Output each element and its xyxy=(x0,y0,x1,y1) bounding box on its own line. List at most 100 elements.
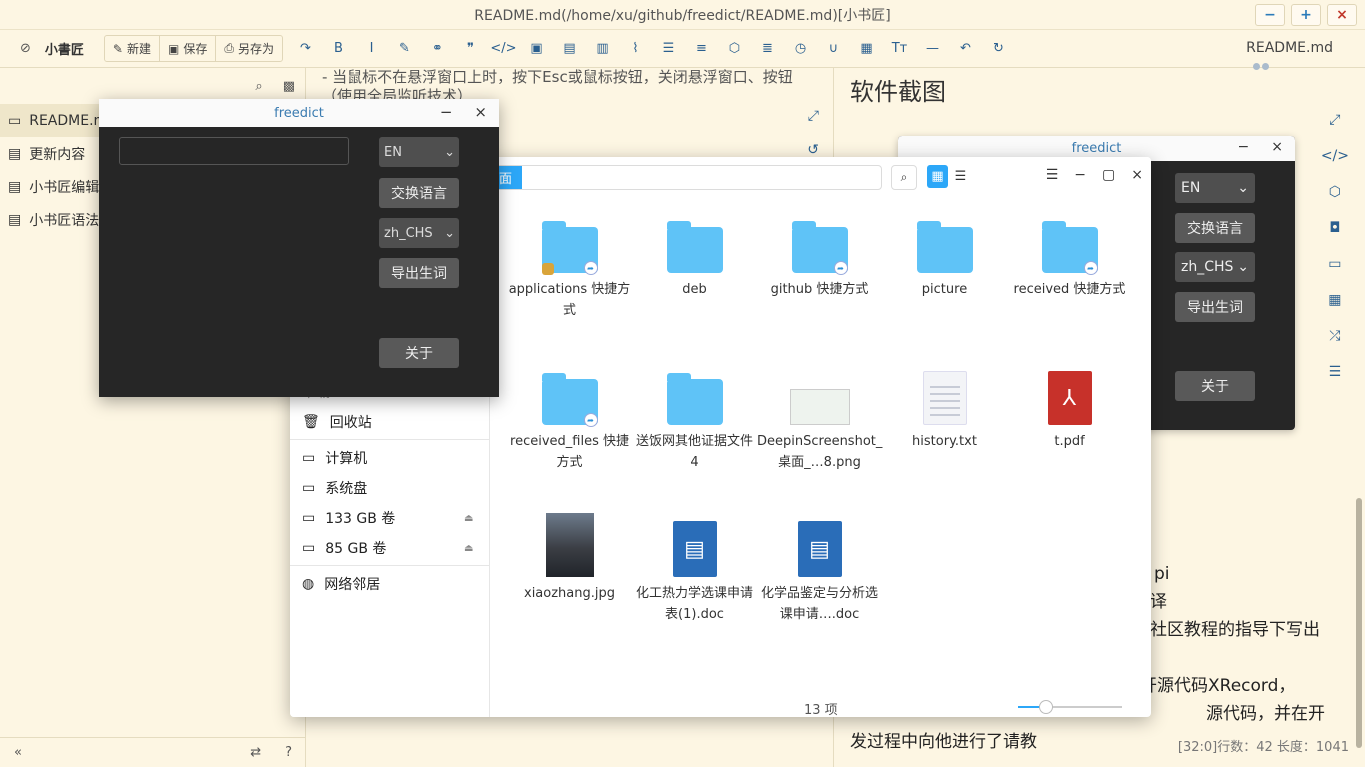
list-view-button[interactable]: ☰ xyxy=(950,165,971,188)
maximize-icon[interactable]: ▢ xyxy=(1102,167,1115,183)
save-as-button[interactable]: ⎙ 另存为 xyxy=(216,36,282,61)
redo-icon[interactable]: ↷ xyxy=(289,36,322,62)
brush-icon[interactable]: ✎ xyxy=(388,36,421,62)
menu-icon[interactable]: ☰ xyxy=(1046,167,1059,183)
font-size-icon[interactable]: Tт xyxy=(883,36,916,62)
file-item[interactable]: ➦ received_files 快捷方式 xyxy=(507,363,632,473)
align-icon[interactable]: ≣ xyxy=(751,36,784,62)
minimize-icon[interactable]: − xyxy=(440,103,453,121)
redo-alt-icon[interactable]: ↻ xyxy=(982,36,1015,62)
file-item[interactable]: deb xyxy=(632,211,757,300)
attachment-icon[interactable]: ⌇ xyxy=(619,36,652,62)
word-document-icon: ▤ xyxy=(790,515,850,577)
file-name: deb xyxy=(682,282,707,297)
expand-icon[interactable]: ⤢ xyxy=(808,108,819,124)
file-alt-icon[interactable]: ▥ xyxy=(586,36,619,62)
file-item[interactable]: xiaozhang.jpg xyxy=(507,513,632,604)
file-item[interactable]: DeepinScreenshot_桌面_…8.png xyxy=(757,363,882,473)
nav-item-trash[interactable]: 🗑 回收站 xyxy=(302,411,372,433)
shuffle-icon[interactable]: ⤮ xyxy=(1321,328,1349,346)
file-item[interactable]: ➦ received 快捷方式 xyxy=(1007,211,1132,300)
link-icon[interactable]: ⚭ xyxy=(421,36,454,62)
nav-item-volume-133[interactable]: ▭ 133 GB 卷 ⏏ xyxy=(302,507,473,529)
nav-item-volume-85[interactable]: ▭ 85 GB 卷 ⏏ xyxy=(302,537,473,559)
css3-icon[interactable]: ⬡ xyxy=(1321,184,1349,202)
file-item[interactable]: ▤ 化工热力学选课申请表(1).doc xyxy=(632,515,757,625)
file-item[interactable]: history.txt xyxy=(882,363,1007,452)
menu-icon[interactable]: ☰ xyxy=(1321,364,1349,382)
save-label: 保存 xyxy=(183,42,208,56)
eject-icon[interactable]: ⏏ xyxy=(464,513,473,524)
collapse-sidebar-icon[interactable]: « xyxy=(14,745,22,760)
swap-language-button[interactable]: 交换语言 xyxy=(379,178,459,208)
icon-view-button[interactable]: ▦ xyxy=(927,165,948,188)
image-icon[interactable]: ▣ xyxy=(520,36,553,62)
export-words-button[interactable]: 导出生词 xyxy=(379,258,459,288)
file-item[interactable]: ➦ applications 快捷方式 xyxy=(507,211,632,321)
close-button[interactable]: × xyxy=(1327,4,1357,26)
brand-logo: 小書匠 xyxy=(44,43,84,58)
search-icon[interactable]: ⌕ xyxy=(255,79,262,94)
document-name: README.md xyxy=(1246,40,1333,56)
zoom-slider[interactable] xyxy=(1018,700,1122,714)
file-item[interactable]: ▤ 化学品鉴定与分析选课申请….doc xyxy=(757,515,882,625)
source-language-select[interactable]: EN ⌄ xyxy=(379,137,459,167)
camera-icon[interactable]: ◘ xyxy=(1321,220,1349,238)
close-icon[interactable]: × xyxy=(1131,167,1143,183)
file-name: xiaozhang.jpg xyxy=(524,586,615,601)
embedded-target-lang: zh_CHS ⌄ xyxy=(1175,252,1255,282)
expand-icon[interactable]: ⤢ xyxy=(1321,112,1349,130)
zoom-slider-handle[interactable] xyxy=(1039,700,1054,714)
window-title: README.md(/home/xu/github/freedict/READM… xyxy=(474,7,891,24)
magnet-icon[interactable]: ∪ xyxy=(817,36,850,62)
nav-item-computer[interactable]: ▭ 计算机 xyxy=(302,447,367,469)
help-icon[interactable]: ⊘ xyxy=(20,41,31,56)
file-icon[interactable]: ▤ xyxy=(553,36,586,62)
undo-icon[interactable]: ↶ xyxy=(949,36,982,62)
table-icon[interactable]: ▦ xyxy=(850,36,883,62)
unordered-list-icon[interactable]: ≡ xyxy=(685,36,718,62)
code-icon[interactable]: </> xyxy=(1321,148,1349,166)
nav-item-system-disk[interactable]: ▭ 系统盘 xyxy=(302,477,367,499)
italic-icon[interactable]: I xyxy=(355,36,388,62)
history-icon[interactable]: ↺ xyxy=(807,142,819,158)
folder-icon: ➦ xyxy=(540,363,600,427)
quote-icon[interactable]: ❞ xyxy=(454,36,487,62)
file-name: github 快捷方式 xyxy=(770,282,869,297)
file-name: DeepinScreenshot_桌面_…8.png xyxy=(757,434,883,470)
close-icon[interactable]: × xyxy=(474,103,487,121)
nav-item-network[interactable]: ◍ 网络邻居 xyxy=(302,573,380,595)
search-button[interactable]: ⌕ xyxy=(891,165,917,190)
source-lang-value: EN xyxy=(384,144,402,160)
clock-icon[interactable]: ◷ xyxy=(784,36,817,62)
address-bar[interactable]: 面 xyxy=(490,165,882,190)
target-language-select[interactable]: zh_CHS ⌄ xyxy=(379,218,459,248)
monitor-icon[interactable]: ▭ xyxy=(1321,256,1349,274)
embedded-source-lang: EN ⌄ xyxy=(1175,173,1255,203)
file-item[interactable]: ⅄ t.pdf xyxy=(1007,363,1132,452)
help-button[interactable]: ? xyxy=(285,745,292,760)
about-button[interactable]: 关于 xyxy=(379,338,459,368)
eject-icon[interactable]: ⏏ xyxy=(464,543,473,554)
file-item[interactable]: picture xyxy=(882,211,1007,300)
briefcase-icon[interactable]: ▩ xyxy=(283,79,295,94)
bold-icon[interactable]: B xyxy=(322,36,355,62)
grid-icon[interactable]: ▦ xyxy=(1321,292,1349,310)
html5-icon[interactable]: ⬡ xyxy=(718,36,751,62)
swap-icon[interactable]: ⇄ xyxy=(250,745,261,760)
maximize-button[interactable]: + xyxy=(1291,4,1321,26)
ordered-list-icon[interactable]: ☰ xyxy=(652,36,685,62)
new-button[interactable]: ✎ 新建 xyxy=(105,36,160,61)
hr-icon[interactable]: — xyxy=(916,36,949,62)
preview-scrollbar[interactable] xyxy=(1356,498,1362,748)
word-input[interactable] xyxy=(119,137,349,165)
file-name: picture xyxy=(921,282,968,297)
save-button[interactable]: ▣ 保存 xyxy=(160,36,217,61)
minimize-button[interactable]: − xyxy=(1255,4,1285,26)
file-grid: ➦ applications 快捷方式 deb ➦ github 快捷方式 picture… xyxy=(490,199,1151,679)
pdf-icon: ⅄ xyxy=(1040,363,1100,425)
minimize-icon[interactable]: − xyxy=(1074,167,1086,183)
file-item[interactable]: ➦ github 快捷方式 xyxy=(757,211,882,300)
file-item[interactable]: 送饭网其他证据文件4 xyxy=(632,363,757,473)
code-icon[interactable]: </> xyxy=(487,36,520,62)
